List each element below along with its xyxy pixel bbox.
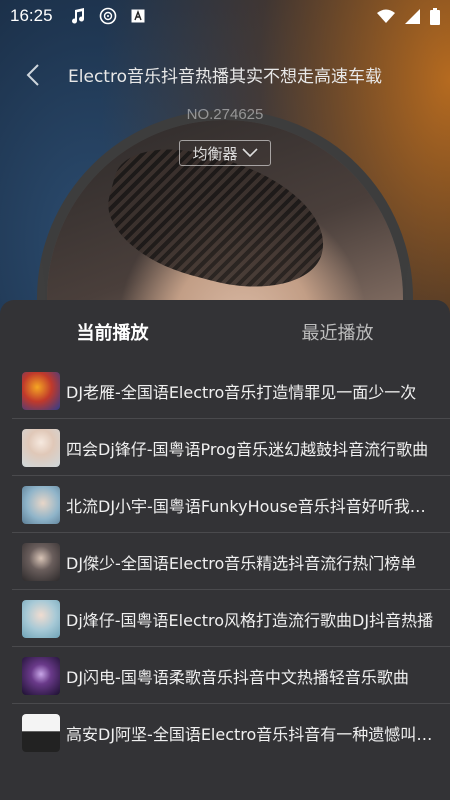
status-time: 16:25 [10,6,53,25]
song-thumbnail [22,485,60,524]
back-arrow-icon [26,64,39,86]
song-item-title: 高安DJ阿坚-全国语Electro音乐抖音有一种遗憾叫错过 [66,724,440,744]
song-item-title: 四会Dj锋仔-国粤语Prog音乐迷幻越鼓抖音流行歌曲 [66,439,429,459]
list-item[interactable]: 高安DJ阿坚-全国语Electro音乐抖音有一种遗憾叫错过 [0,704,450,761]
song-title: Electro音乐抖音热播其实不想走高速车载 [68,67,382,87]
song-number: NO.274625 [186,106,264,123]
list-item[interactable]: DJ傑少-全国语Electro音乐精选抖音流行热门榜单 [0,533,450,590]
song-thumbnail [22,371,60,410]
song-thumbnail [22,656,60,695]
list-item[interactable]: DJ闪电-国粤语柔歌音乐抖音中文热播轻音乐歌曲 [0,647,450,704]
list-item[interactable]: Dj烽仔-国粤语Electro风格打造流行歌曲DJ抖音热播 [0,590,450,647]
chevron-down-icon [241,148,258,158]
song-thumbnail [22,599,60,638]
song-thumbnail [22,542,60,581]
song-item-title: DJ老雁-全国语Electro音乐打造情罪见一面少一次 [66,382,417,402]
equalizer-label: 均衡器 [192,144,238,163]
list-item[interactable]: 北流DJ小宇-国粤语FunkyHouse音乐抖音好听我的歌曲 [0,476,450,533]
song-item-title: 北流DJ小宇-国粤语FunkyHouse音乐抖音好听我的歌曲 [66,496,440,516]
back-button[interactable] [18,60,48,90]
battery-icon [430,7,440,25]
disc-icon [99,7,117,25]
tab-recent-played[interactable]: 最近播放 [225,300,450,362]
list-item[interactable]: 四会Dj锋仔-国粤语Prog音乐迷幻越鼓抖音流行歌曲 [0,419,450,476]
song-item-title: Dj烽仔-国粤语Electro风格打造流行歌曲DJ抖音热播 [66,610,434,630]
equalizer-button[interactable]: 均衡器 [179,140,271,166]
song-item-title: DJ傑少-全国语Electro音乐精选抖音流行热门榜单 [66,553,417,573]
playlist-sheet: 当前播放 最近播放 DJ老雁-全国语Electro音乐打造情罪见一面少一次 四会… [0,300,450,800]
wifi-icon [377,9,395,23]
playlist: DJ老雁-全国语Electro音乐打造情罪见一面少一次 四会Dj锋仔-国粤语Pr… [0,362,450,761]
playlist-tabs: 当前播放 最近播放 [0,300,450,362]
list-item[interactable]: DJ老雁-全国语Electro音乐打造情罪见一面少一次 [0,362,450,419]
song-thumbnail [22,713,60,752]
music-note-icon [71,8,85,24]
song-item-title: DJ闪电-国粤语柔歌音乐抖音中文热播轻音乐歌曲 [66,667,409,687]
cellular-signal-icon [405,8,420,24]
font-a-icon [131,9,145,23]
tab-current-playing[interactable]: 当前播放 [0,300,225,362]
song-thumbnail [22,428,60,467]
status-bar: 16:25 [0,0,450,32]
